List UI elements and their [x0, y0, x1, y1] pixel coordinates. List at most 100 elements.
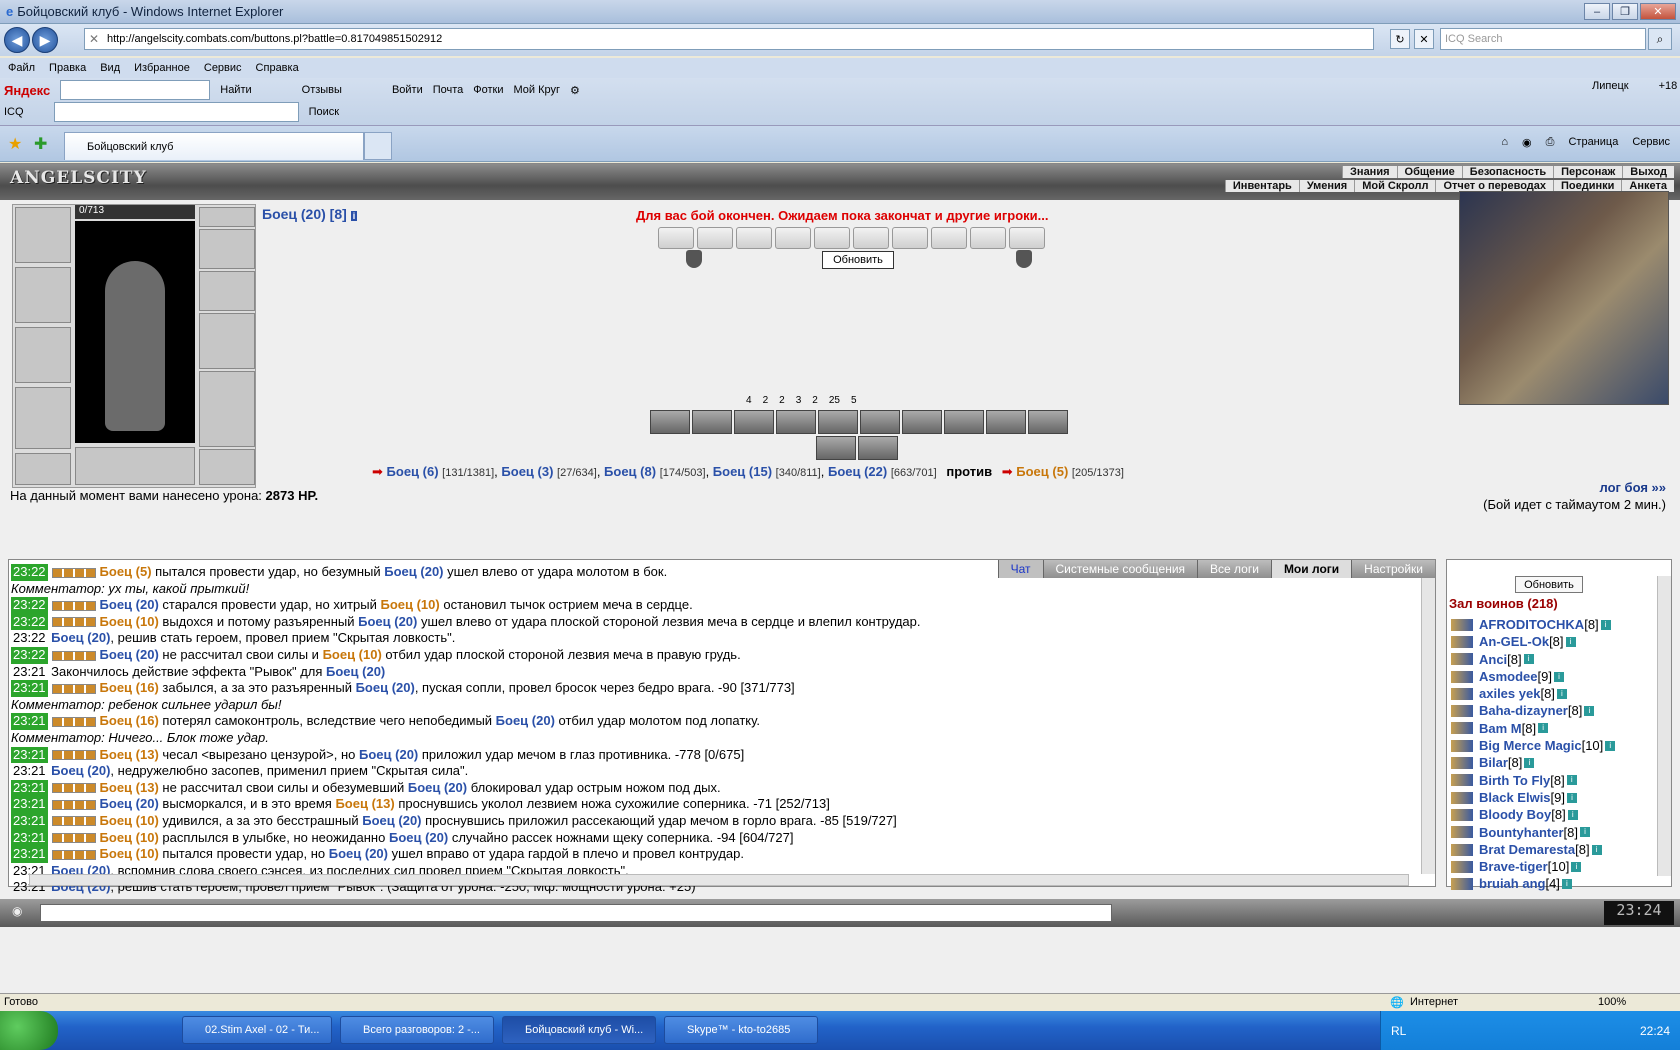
private-message-icon[interactable] — [1451, 705, 1473, 718]
team-member[interactable]: Боец (6) — [387, 464, 439, 479]
gear-icon[interactable]: ⚙ — [570, 84, 580, 97]
chat-time[interactable]: 23:22 — [11, 630, 48, 647]
user-name[interactable]: Birth To Fly — [1479, 772, 1550, 789]
chat-time[interactable]: 23:21 — [11, 796, 48, 813]
private-message-icon[interactable] — [1451, 670, 1473, 683]
chat-time[interactable]: 23:21 — [11, 680, 48, 697]
bracers-slot[interactable] — [15, 267, 71, 323]
fighter-link[interactable]: Боец (13) — [100, 747, 159, 762]
task-chat[interactable]: Всего разговоров: 2 -... — [340, 1016, 494, 1044]
fighter-link[interactable]: Боец (20) — [408, 780, 467, 795]
private-message-icon[interactable] — [1451, 860, 1473, 873]
skill-slot[interactable] — [818, 410, 858, 434]
info-icon[interactable]: i — [1565, 636, 1576, 647]
private-message-icon[interactable] — [1451, 791, 1473, 804]
fighter-link[interactable]: Боец (10) — [100, 846, 159, 861]
user-item[interactable]: Bountyhanter [8] i — [1451, 824, 1615, 841]
weapon-slot[interactable] — [15, 327, 71, 383]
tab-chat[interactable]: Чат — [997, 560, 1043, 578]
chat-time[interactable]: 23:21 — [11, 829, 48, 847]
fighter-link[interactable]: Боец (10) — [380, 597, 439, 612]
private-message-icon[interactable] — [1451, 808, 1473, 821]
icq-search-input[interactable]: ICQ Search — [1440, 28, 1646, 50]
menu-skills[interactable]: Умения — [1298, 180, 1355, 192]
tab-system-messages[interactable]: Системные сообщения — [1042, 560, 1198, 578]
belt-slot[interactable] — [15, 453, 71, 485]
minimize-button[interactable]: – — [1584, 3, 1610, 20]
user-item[interactable]: Big Merce Magic [10] i — [1451, 737, 1616, 754]
scroll-slot[interactable] — [814, 227, 850, 249]
info-icon[interactable]: i — [1567, 809, 1578, 820]
private-message-icon[interactable] — [1451, 826, 1473, 839]
skill-slot[interactable] — [986, 410, 1026, 434]
chat-time[interactable]: 23:21 — [11, 812, 48, 830]
chat-input[interactable] — [40, 904, 1112, 922]
fighter-link[interactable]: Боец (10) — [100, 813, 159, 828]
user-item[interactable]: bruiah ang [4] i — [1451, 875, 1615, 892]
scroll-slot[interactable] — [931, 227, 967, 249]
boots-slot[interactable] — [199, 449, 255, 485]
shield-slot[interactable] — [199, 313, 255, 369]
user-item[interactable]: Bilar [8] i — [1451, 754, 1615, 771]
tab-my-logs[interactable]: Мои логи — [1270, 560, 1352, 578]
menu-knowledge[interactable]: Знания — [1342, 166, 1397, 178]
private-message-icon[interactable] — [1451, 635, 1473, 648]
user-name[interactable]: bruiah ang — [1479, 875, 1545, 892]
user-name[interactable]: Brat Demaresta — [1479, 841, 1575, 858]
scroll-slot[interactable] — [970, 227, 1006, 249]
info-icon[interactable]: i — [1600, 619, 1611, 630]
gloves-slot[interactable] — [199, 271, 255, 311]
user-name[interactable]: Anci — [1479, 651, 1507, 668]
task-aimp[interactable]: 02.Stim Axel - 02 - Ти... — [182, 1016, 332, 1044]
menu-communication[interactable]: Общение — [1396, 166, 1462, 178]
fighter-link[interactable]: Боец (20) — [51, 630, 110, 645]
chat-time[interactable]: 23:21 — [11, 763, 48, 780]
chat-time[interactable]: 23:21 — [11, 846, 48, 863]
fighter-link[interactable]: Боец (10) — [323, 647, 382, 662]
chat-time[interactable]: 23:21 — [11, 779, 48, 797]
add-favorites-icon[interactable]: ✚ — [34, 134, 47, 154]
user-name[interactable]: Bountyhanter — [1479, 824, 1564, 841]
legs-slot[interactable] — [199, 371, 255, 447]
user-name[interactable]: Big Merce Magic — [1479, 737, 1582, 754]
user-item[interactable]: Bloody Boy [8] i — [1451, 806, 1615, 823]
user-name[interactable]: Asmodee — [1479, 668, 1538, 685]
chat-time[interactable]: 23:21 — [11, 664, 48, 681]
skill-slot[interactable] — [816, 436, 856, 460]
maximize-button[interactable]: ❐ — [1612, 3, 1638, 20]
scroll-slot[interactable] — [775, 227, 811, 249]
user-item[interactable]: AFRODITOCHKA [8] i — [1451, 616, 1615, 633]
private-message-icon[interactable] — [1451, 618, 1473, 631]
private-message-icon[interactable] — [1451, 687, 1473, 700]
earrings-slot[interactable] — [199, 207, 255, 227]
service-menu[interactable]: Сервис — [1632, 136, 1670, 149]
info-icon[interactable]: i — [350, 211, 358, 221]
info-icon[interactable]: i — [1524, 758, 1535, 769]
icq-button[interactable]: ICQ — [4, 106, 24, 118]
skill-slot[interactable] — [902, 410, 942, 434]
user-name[interactable]: Baha-dizayner — [1479, 702, 1568, 719]
fighter-name[interactable]: Боец (20) [8] i — [262, 206, 358, 222]
fighter-link[interactable]: Боец (20) — [496, 713, 555, 728]
task-ie[interactable]: Бойцовский клуб - Wi... — [502, 1016, 656, 1044]
private-message-icon[interactable] — [1451, 739, 1473, 752]
team-member[interactable]: Боец (22) — [828, 464, 887, 479]
user-name[interactable]: Black Elwis — [1479, 789, 1551, 806]
runes-slot[interactable] — [75, 447, 195, 485]
info-icon[interactable]: i — [1561, 879, 1572, 890]
tab-fight-club[interactable]: Бойцовский клуб — [64, 132, 364, 160]
scroll-slot[interactable] — [736, 227, 772, 249]
login-link[interactable]: Войти — [392, 84, 423, 96]
circle-link[interactable]: Мой Круг — [514, 84, 561, 96]
chat-time[interactable]: 23:21 — [11, 746, 48, 764]
chat-time[interactable]: 23:22 — [11, 646, 48, 664]
rss-icon[interactable]: ◉ — [1522, 136, 1532, 149]
chat-time[interactable]: 23:22 — [11, 613, 48, 631]
search-button[interactable]: Поиск — [309, 106, 339, 118]
private-message-icon[interactable] — [1451, 878, 1473, 891]
refresh-button[interactable]: Обновить — [822, 251, 894, 269]
private-message-icon[interactable] — [1451, 843, 1473, 856]
skill-slot[interactable] — [860, 410, 900, 434]
enemy-member[interactable]: Боец (5) — [1016, 464, 1068, 479]
menu-security[interactable]: Безопасность — [1461, 166, 1554, 178]
